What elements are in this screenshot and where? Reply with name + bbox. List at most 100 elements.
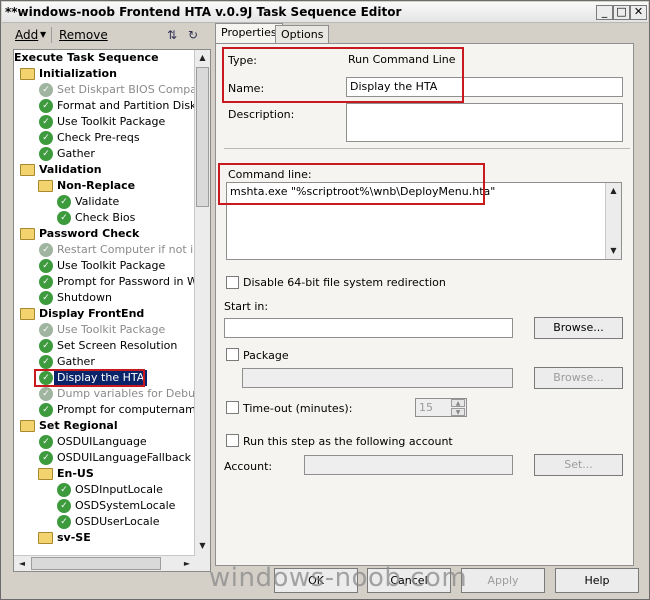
folder-icon xyxy=(38,532,53,544)
tree-item-label: Set Regional xyxy=(39,419,118,432)
start-in-browse-button[interactable]: Browse... xyxy=(534,317,623,339)
start-in-label: Start in: xyxy=(224,300,269,313)
tab-options[interactable]: Options xyxy=(275,25,330,44)
run-as-label: Run this step as the following account xyxy=(243,435,453,448)
task-sequence-pane: Add ▼ Remove ⇅ ↻ sv-SE ✓ OSDUserLocale ✓ OSD… xyxy=(7,24,211,574)
check-icon: ✓ xyxy=(39,355,53,369)
tree-item-label: OSDUILanguage xyxy=(57,435,147,448)
folder-icon xyxy=(20,68,35,80)
check-icon: ✓ xyxy=(39,323,53,337)
description-field[interactable] xyxy=(346,103,623,142)
tree-item-label: Gather xyxy=(57,355,95,368)
tab-properties[interactable]: Properties xyxy=(215,23,283,44)
tree-item-label: Use Toolkit Package xyxy=(57,259,166,272)
package-browse-button[interactable]: Browse... xyxy=(534,367,623,389)
check-icon: ✓ xyxy=(39,115,53,129)
tree-vertical-scrollbar[interactable]: ▲ ▼ xyxy=(194,50,210,571)
tree-item-label: Display FrontEnd xyxy=(39,307,145,320)
timeout-value: 15 xyxy=(419,401,433,414)
check-icon: ✓ xyxy=(39,243,53,257)
package-label: Package xyxy=(243,349,289,362)
command-line-highlight xyxy=(218,163,485,205)
tree-item-label: Non-Replace xyxy=(57,179,136,192)
tree-item-label: En-US xyxy=(57,467,94,480)
folder-icon xyxy=(20,308,35,320)
spin-up-icon[interactable]: ▲ xyxy=(451,399,465,407)
account-set-button[interactable]: Set... xyxy=(534,454,623,476)
tree-item-label: Restart Computer if not in W xyxy=(57,243,211,256)
folder-icon xyxy=(38,180,53,192)
tree-item-label: Check Pre-reqs xyxy=(57,131,140,144)
maximize-button[interactable]: □ xyxy=(613,5,630,20)
disable-64bit-label: Disable 64-bit file system redirection xyxy=(243,276,446,289)
check-icon: ✓ xyxy=(39,259,53,273)
account-label: Account: xyxy=(224,460,273,473)
tree-item-label: Set Diskpart BIOS Compatibi xyxy=(57,83,211,96)
cmd-scroll-up-arrow-icon[interactable]: ▲ xyxy=(606,183,621,199)
tree-item-label: Format and Partition Disk xyxy=(57,99,197,112)
tree-item-label: OSDSystemLocale xyxy=(75,499,176,512)
timeout-label: Time-out (minutes): xyxy=(243,402,353,415)
description-label: Description: xyxy=(228,108,295,121)
check-icon: ✓ xyxy=(39,387,53,401)
tree-item-label: Execute Task Sequence xyxy=(14,51,159,64)
horizontal-scroll-thumb[interactable] xyxy=(31,557,161,570)
check-icon: ✓ xyxy=(39,403,53,417)
check-icon: ✓ xyxy=(39,435,53,449)
window-title: **windows-noob Frontend HTA v.0.9J Task … xyxy=(5,5,402,19)
add-menu-arrow-icon[interactable]: ▼ xyxy=(40,30,46,39)
spin-down-icon[interactable]: ▼ xyxy=(451,408,465,416)
move-up-icon[interactable]: ⇅ xyxy=(164,27,180,43)
folder-icon xyxy=(38,468,53,480)
run-as-checkbox[interactable] xyxy=(226,434,239,447)
package-field[interactable] xyxy=(242,368,513,388)
section-divider xyxy=(224,148,630,149)
add-menu-button[interactable]: Add xyxy=(15,28,38,42)
package-checkbox[interactable] xyxy=(226,348,239,361)
tree-item-label: Validate xyxy=(75,195,120,208)
check-icon: ✓ xyxy=(39,275,53,289)
check-icon: ✓ xyxy=(57,211,71,225)
tree-item-label: Gather xyxy=(57,147,95,160)
check-icon: ✓ xyxy=(39,83,53,97)
disable-64bit-checkbox[interactable] xyxy=(226,276,239,289)
tree-item-label: OSDUserLocale xyxy=(75,515,160,528)
timeout-checkbox[interactable] xyxy=(226,401,239,414)
check-icon: ✓ xyxy=(57,195,71,209)
type-name-highlight xyxy=(222,47,464,103)
vertical-scroll-thumb[interactable] xyxy=(196,67,209,207)
remove-button[interactable]: Remove xyxy=(59,28,108,42)
tree-item-label: Use Toolkit Package xyxy=(57,115,166,128)
check-icon: ✓ xyxy=(39,131,53,145)
tree-item-label: Use Toolkit Package xyxy=(57,323,166,336)
properties-panel: Type: Run Command Line Name: Display the… xyxy=(215,43,634,566)
tree-item-label: OSDUILanguageFallback xyxy=(57,451,192,464)
apply-button[interactable]: Apply xyxy=(461,568,545,593)
scroll-left-arrow-icon[interactable]: ◄ xyxy=(14,556,30,571)
minimize-button[interactable]: _ xyxy=(596,5,613,20)
cmd-scroll-down-arrow-icon[interactable]: ▼ xyxy=(606,243,621,259)
tree-item-label: Set Screen Resolution xyxy=(57,339,178,352)
tree-item-label: Validation xyxy=(39,163,102,176)
close-button[interactable]: ✕ xyxy=(630,5,647,20)
scroll-right-arrow-icon[interactable]: ► xyxy=(179,556,195,571)
folder-icon xyxy=(20,164,35,176)
toolbar-separator xyxy=(51,27,52,43)
tree-item-label: Prompt for computername if xyxy=(57,403,211,416)
tree-item-label: OSDInputLocale xyxy=(75,483,163,496)
check-icon: ✓ xyxy=(57,515,71,529)
scroll-up-arrow-icon[interactable]: ▲ xyxy=(195,50,210,66)
account-field[interactable] xyxy=(304,455,513,475)
tree-item-label: Prompt for Password in WinF xyxy=(57,275,211,288)
move-down-icon[interactable]: ↻ xyxy=(185,27,201,43)
check-icon: ✓ xyxy=(39,339,53,353)
help-button[interactable]: Help xyxy=(555,568,639,593)
title-bar[interactable]: **windows-noob Frontend HTA v.0.9J Task … xyxy=(2,2,648,23)
start-in-field[interactable] xyxy=(224,318,513,338)
scroll-down-arrow-icon[interactable]: ▼ xyxy=(195,538,210,554)
task-sequence-tree[interactable]: sv-SE ✓ OSDUserLocale ✓ OSDSystemLocale ✓ OSDI… xyxy=(13,49,211,572)
folder-icon xyxy=(20,420,35,432)
tree-horizontal-scrollbar[interactable]: ◄ ► xyxy=(14,555,195,571)
check-icon: ✓ xyxy=(39,99,53,113)
command-line-scrollbar[interactable]: ▲ ▼ xyxy=(605,183,621,259)
